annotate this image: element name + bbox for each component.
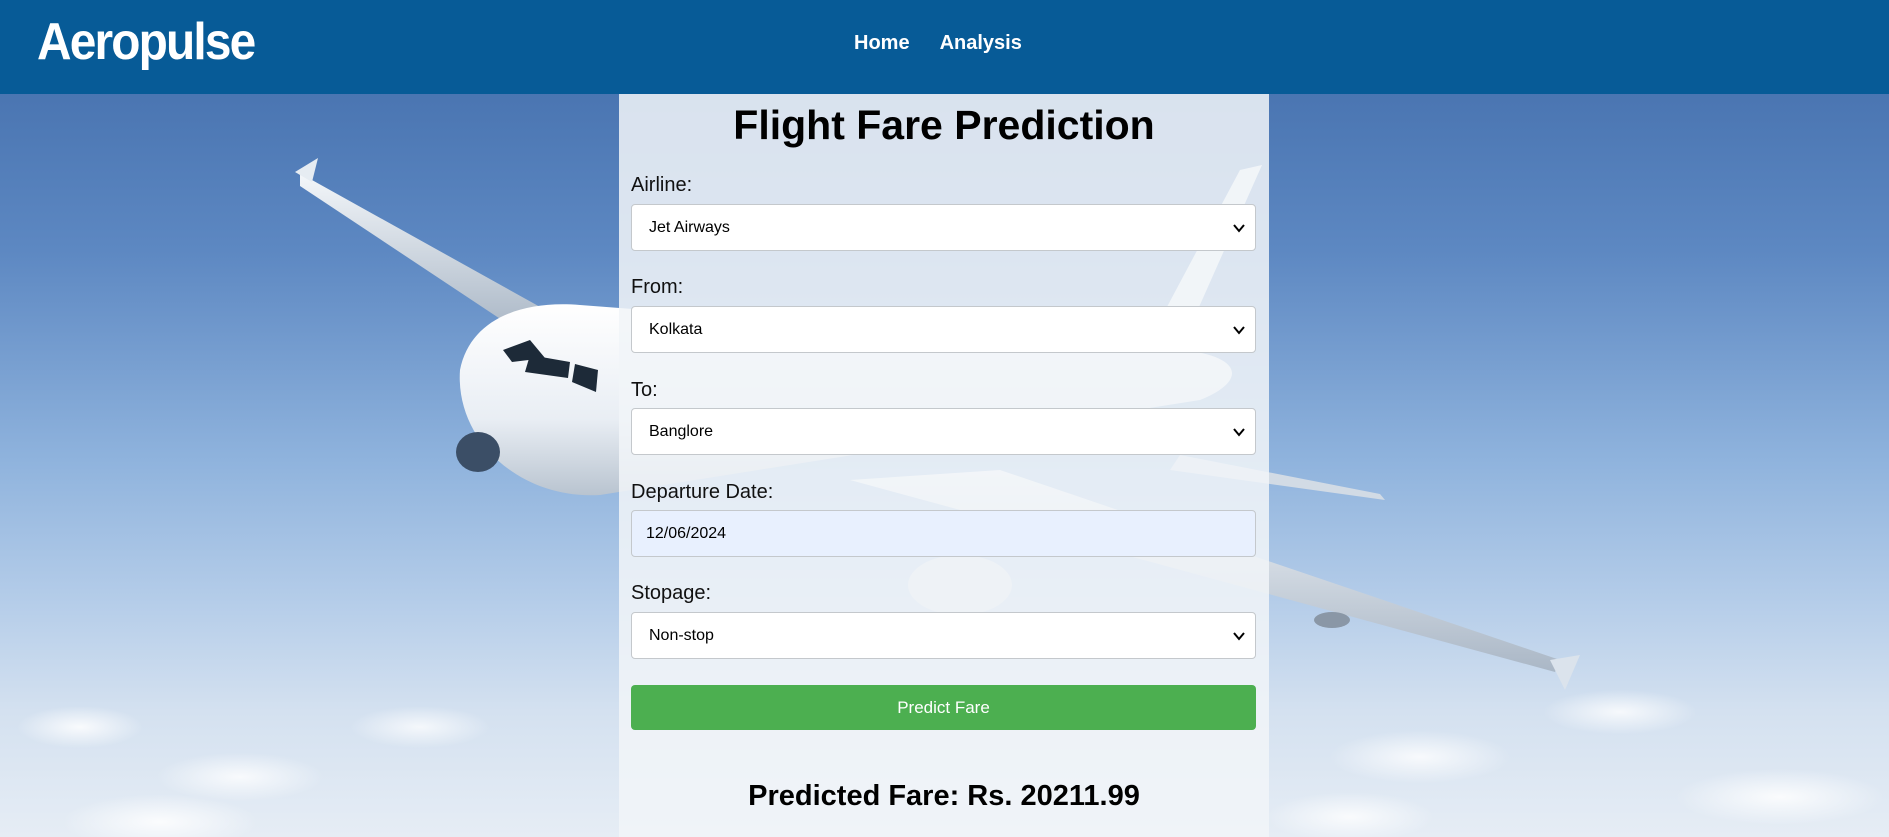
departure-date-label: Departure Date: — [631, 481, 774, 503]
stopage-label: Stopage: — [631, 582, 712, 604]
nav-links: Home Analysis — [854, 32, 1022, 55]
airline-select-value: Jet Airways — [649, 219, 730, 236]
airline-label: Airline: — [631, 174, 693, 196]
predict-fare-button[interactable]: Predict Fare — [631, 685, 1256, 730]
prediction-form-panel: Flight Fare Prediction Airline: Jet Airw… — [619, 94, 1269, 837]
to-label: To: — [631, 379, 658, 401]
chevron-down-icon — [1233, 428, 1245, 437]
from-label: From: — [631, 276, 684, 298]
form-title: Flight Fare Prediction — [733, 102, 1155, 148]
from-select-value: Kolkata — [649, 321, 703, 338]
chevron-down-icon — [1233, 326, 1245, 335]
departure-date-value: 12/06/2024 — [646, 525, 727, 542]
chevron-down-icon — [1233, 224, 1245, 233]
to-select-value: Banglore — [649, 423, 714, 440]
brand-logo[interactable]: Aeropulse — [37, 12, 256, 72]
predicted-fare-result: Predicted Fare: Rs. 20211.99 — [748, 780, 1140, 812]
airline-select[interactable]: Jet Airways — [631, 204, 1256, 251]
stopage-select[interactable]: Non-stop — [631, 612, 1256, 659]
from-select[interactable]: Kolkata — [631, 306, 1256, 353]
to-select[interactable]: Banglore — [631, 408, 1256, 455]
top-navbar: Aeropulse Home Analysis — [0, 0, 1889, 94]
departure-date-input[interactable]: 12/06/2024 — [631, 510, 1256, 557]
chevron-down-icon — [1233, 632, 1245, 641]
nav-home-link[interactable]: Home — [854, 32, 910, 55]
stopage-select-value: Non-stop — [649, 627, 714, 644]
nav-analysis-link[interactable]: Analysis — [940, 32, 1022, 55]
